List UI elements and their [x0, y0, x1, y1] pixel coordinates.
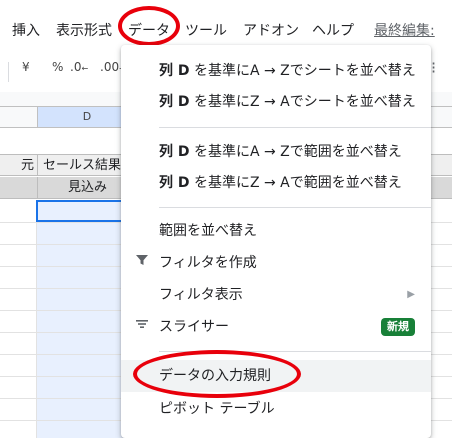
data-menu-dropdown: 列 D を基準にA → Zでシートを並べ替え 列 D を基準にZ → Aでシート…: [121, 45, 431, 438]
label-text: を基準にA → Zでシートを並べ替え: [189, 63, 416, 79]
column-name: 列 D: [159, 144, 190, 160]
label-text: を基準にZ → Aでシートを並べ替え: [189, 94, 416, 110]
filter-views-item[interactable]: フィルタ表示 ▶: [121, 279, 431, 311]
filter-views-label: フィルタ表示: [159, 287, 243, 303]
sort-range-z-to-a-item[interactable]: 列 D を基準にZ → Aで範囲を並べ替え: [121, 167, 431, 199]
slicer-label: スライサー: [159, 319, 229, 335]
currency-format-button[interactable]: ¥: [22, 60, 30, 74]
menu-addons[interactable]: アドオン: [243, 20, 299, 40]
toolbar-divider: [8, 62, 9, 82]
column-divider: [36, 200, 37, 438]
data-validation-item[interactable]: データの入力規則: [121, 360, 431, 392]
filter-icon: [133, 247, 151, 279]
pivot-table-item[interactable]: ピボット テーブル: [121, 393, 431, 425]
column-name: 列 D: [159, 94, 190, 110]
menu-bar: 挿入 表示形式 データ ツール アドオン ヘルプ 最終編集:: [0, 0, 452, 50]
sort-range-z-to-a-label: 列 D を基準にZ → Aで範囲を並べ替え: [159, 167, 402, 199]
decrease-decimal-label: .0: [70, 60, 82, 74]
left-arrow-icon: ←: [81, 64, 89, 73]
sort-range-a-to-z-item[interactable]: 列 D を基準にA → Zで範囲を並べ替え: [121, 136, 431, 168]
sort-sheet-z-to-a-label: 列 D を基準にZ → Aでシートを並べ替え: [159, 86, 416, 118]
sort-sheet-a-to-z-item[interactable]: 列 D を基準にA → Zでシートを並べ替え: [121, 55, 431, 87]
data-validation-label: データの入力規則: [159, 368, 271, 384]
decrease-decimal-button[interactable]: .0←: [70, 60, 88, 74]
slicer-item[interactable]: スライサー 新規: [121, 311, 431, 343]
sort-range-a-to-z-label: 列 D を基準にA → Zで範囲を並べ替え: [159, 136, 402, 168]
sort-range-label: 範囲を並べ替え: [159, 223, 257, 239]
menu-separator: [159, 351, 431, 352]
menu-insert[interactable]: 挿入: [12, 20, 40, 40]
menu-separator: [159, 207, 431, 208]
column-name: 列 D: [159, 63, 190, 79]
percent-format-button[interactable]: %: [52, 60, 63, 74]
create-filter-item[interactable]: フィルタを作成: [121, 247, 431, 279]
menu-separator: [159, 127, 431, 128]
label-text: を基準にA → Zで範囲を並べ替え: [189, 144, 402, 160]
sort-range-item[interactable]: 範囲を並べ替え: [121, 215, 431, 247]
menu-data[interactable]: データ: [128, 20, 170, 40]
sort-sheet-z-to-a-item[interactable]: 列 D を基準にZ → Aでシートを並べ替え: [121, 86, 431, 118]
cell-c-header[interactable]: 元: [0, 155, 36, 176]
last-edit-link[interactable]: 最終編集:: [374, 20, 435, 40]
slicer-icon: [133, 311, 151, 343]
label-text: を基準にZ → Aで範囲を並べ替え: [189, 175, 402, 191]
column-name: 列 D: [159, 175, 190, 191]
sort-sheet-a-to-z-label: 列 D を基準にA → Zでシートを並べ替え: [159, 55, 416, 87]
menu-tools[interactable]: ツール: [185, 20, 227, 40]
menu-format[interactable]: 表示形式: [56, 20, 112, 40]
increase-decimal-label: .00: [100, 60, 120, 74]
new-badge: 新規: [381, 318, 415, 336]
menu-help[interactable]: ヘルプ: [312, 20, 354, 40]
submenu-arrow-icon: ▶: [407, 289, 415, 300]
pivot-table-label: ピボット テーブル: [159, 401, 275, 417]
create-filter-label: フィルタを作成: [159, 255, 257, 271]
more-icon[interactable]: ⁝: [431, 58, 436, 77]
